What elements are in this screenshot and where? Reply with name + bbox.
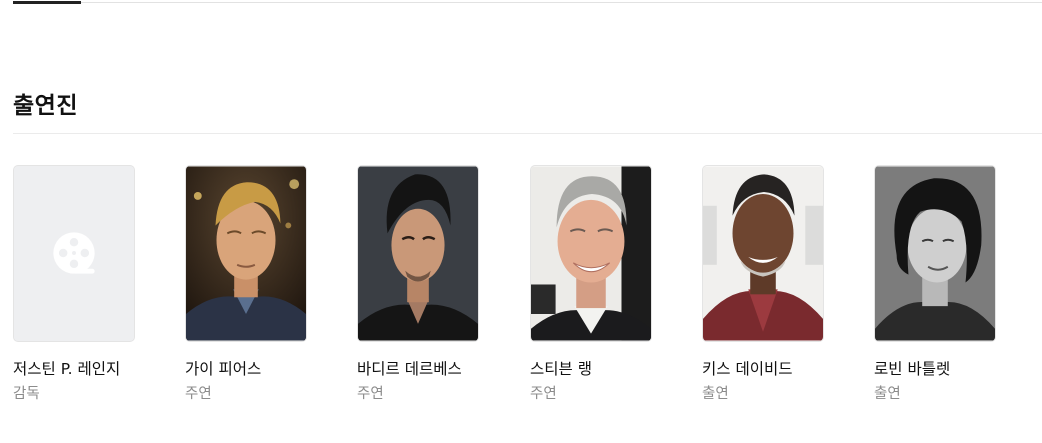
cast-role: 주연: [185, 386, 212, 402]
cast-photo[interactable]: [357, 165, 479, 342]
cast-card[interactable]: 바디르 데르베스 주연: [357, 165, 507, 405]
cast-name[interactable]: 바디르 데르베스: [357, 357, 462, 379]
cast-name[interactable]: 가이 피어스: [185, 357, 261, 379]
section-title-cast: 출연진: [13, 93, 78, 119]
cast-photo[interactable]: [702, 165, 824, 342]
section-divider: [13, 133, 1042, 134]
portrait-image: [875, 166, 995, 341]
cast-role: 출연: [874, 386, 901, 402]
cast-photo[interactable]: [874, 165, 996, 342]
tab-bar-divider: [13, 2, 1042, 3]
cast-photo[interactable]: [530, 165, 652, 342]
cast-name[interactable]: 스티븐 랭: [530, 357, 592, 379]
cast-list: 저스틴 P. 레인지 감독 가이 피어스 주연 바디르 데르베스 주연 스티븐 …: [13, 165, 1042, 415]
cast-card[interactable]: 로빈 바틀렛 출연: [874, 165, 1024, 405]
cast-name[interactable]: 키스 데이비드: [702, 357, 793, 379]
film-reel-icon: [14, 166, 134, 341]
cast-name[interactable]: 저스틴 P. 레인지: [13, 357, 120, 379]
cast-card[interactable]: 저스틴 P. 레인지 감독: [13, 165, 163, 405]
active-tab-indicator: [13, 1, 81, 4]
cast-role: 주연: [530, 386, 557, 402]
portrait-image: [703, 166, 823, 341]
cast-photo[interactable]: [185, 165, 307, 342]
portrait-image: [358, 166, 478, 341]
cast-card[interactable]: 스티븐 랭 주연: [530, 165, 680, 405]
cast-name[interactable]: 로빈 바틀렛: [874, 357, 950, 379]
cast-role: 출연: [702, 386, 729, 402]
cast-card[interactable]: 가이 피어스 주연: [185, 165, 335, 405]
cast-card[interactable]: 키스 데이비드 출연: [702, 165, 852, 405]
cast-role: 감독: [13, 386, 40, 402]
portrait-image: [531, 166, 651, 341]
cast-role: 주연: [357, 386, 384, 402]
cast-photo-placeholder[interactable]: [13, 165, 135, 342]
portrait-image: [186, 166, 306, 341]
